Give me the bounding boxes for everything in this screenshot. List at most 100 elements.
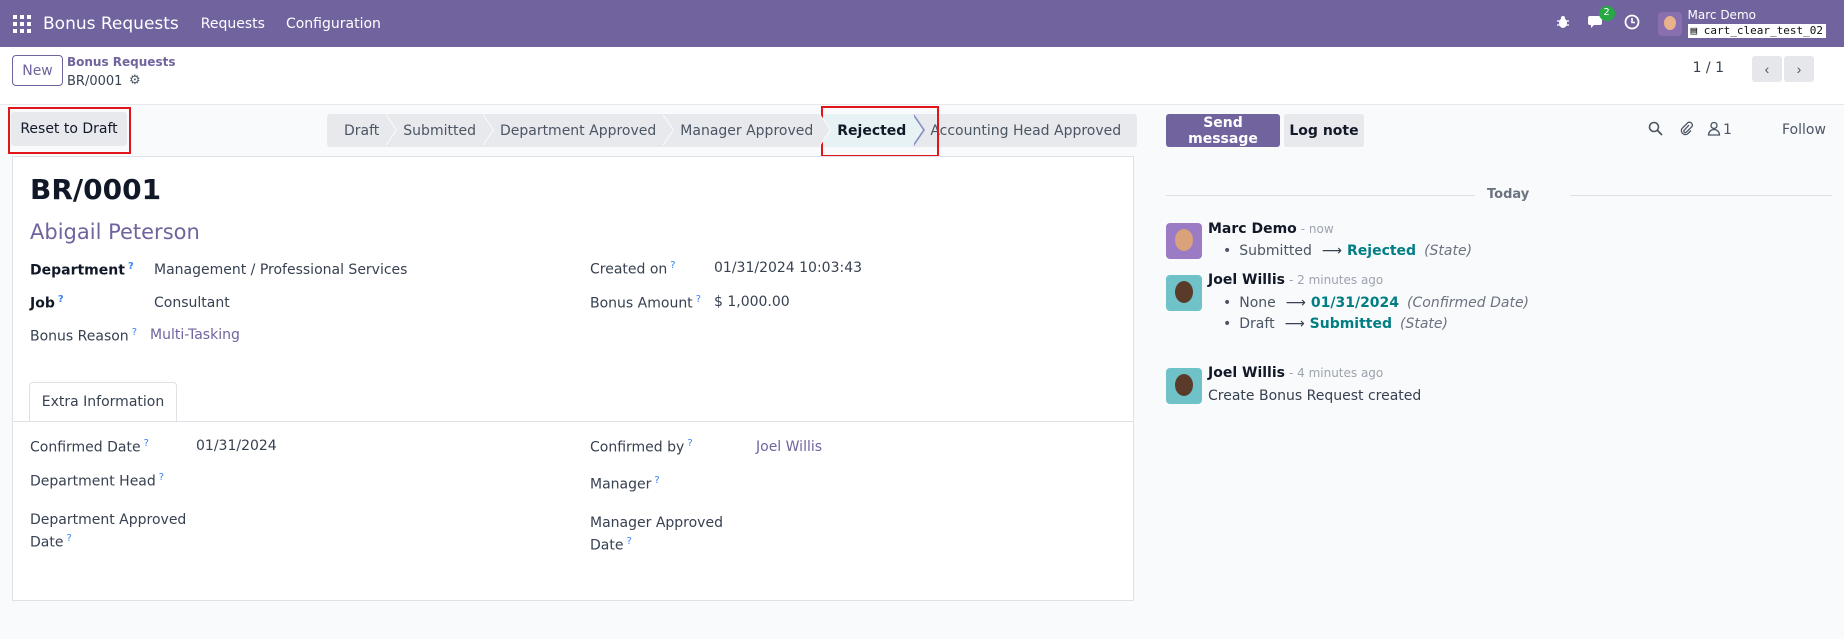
app-brand[interactable]: Bonus Requests (43, 14, 179, 34)
bug-icon[interactable] (1556, 15, 1570, 33)
bullet-icon: • (1223, 316, 1232, 332)
pager-next-button[interactable]: › (1784, 56, 1814, 82)
send-message-button[interactable]: Send message (1166, 114, 1280, 147)
tab-extra-information[interactable]: Extra Information (29, 382, 177, 422)
message-author-name[interactable]: Joel Willis (1208, 365, 1285, 381)
message-author-name[interactable]: Joel Willis (1208, 272, 1285, 288)
breadcrumb-parent[interactable]: Bonus Requests (67, 55, 175, 69)
confirmed-date-label: Confirmed Date? (30, 438, 149, 456)
activity-clock-icon[interactable] (1624, 14, 1640, 34)
reset-to-draft-button[interactable]: Reset to Draft (11, 112, 127, 146)
tracking-field-name: (State) (1424, 243, 1473, 259)
manager-approved-date-label-cont: Date? (590, 536, 632, 554)
bonus-amount-label-text: Bonus Amount (590, 295, 693, 312)
user-name: Marc Demo (1687, 8, 1756, 22)
pager-previous-button[interactable]: ‹ (1752, 56, 1782, 82)
help-icon[interactable]: ? (670, 260, 675, 271)
database-name-text: cart_clear_test_02 (1703, 24, 1823, 37)
log-note-button[interactable]: Log note (1284, 114, 1364, 147)
user-menu[interactable]: Marc Demo ▤ cart_clear_test_02 (1687, 8, 1826, 38)
avatar[interactable] (1166, 368, 1202, 404)
paperclip-icon[interactable] (1679, 121, 1694, 140)
message-author-name[interactable]: Marc Demo (1208, 221, 1297, 237)
tracking-new-value: 01/31/2024 (1310, 295, 1400, 311)
stage-draft[interactable]: Draft (327, 114, 398, 147)
chatter: Send message Log note 1 Follow Today Mar… (1152, 105, 1844, 639)
bonus-reason-value[interactable]: Multi-Tasking (150, 327, 240, 343)
stage-pipeline: Draft Submitted Department Approved Mana… (327, 114, 1138, 147)
menu-configuration[interactable]: Configuration (286, 16, 381, 32)
followers-icon[interactable] (1707, 121, 1721, 140)
form-sheet: BR/0001 Abigail Peterson Department? Man… (12, 156, 1134, 601)
bullet-icon: • (1223, 243, 1232, 259)
message-author[interactable]: Joel Willis - 2 minutes ago (1208, 272, 1383, 288)
messages-badge: 2 (1598, 6, 1615, 21)
record-title: BR/0001 (30, 173, 162, 206)
stage-submitted[interactable]: Submitted (385, 114, 494, 147)
user-avatar[interactable] (1657, 11, 1682, 36)
employee-name[interactable]: Abigail Peterson (30, 220, 200, 244)
stage-manager-approved[interactable]: Manager Approved (662, 114, 832, 147)
tracking-value-line: • Submitted ⟶ Rejected (State) (1223, 243, 1472, 259)
gear-icon[interactable]: ⚙ (129, 73, 141, 88)
tracking-new-value: Submitted (1309, 316, 1392, 332)
apps-grid-icon[interactable] (13, 14, 31, 33)
confirmed-date-value[interactable]: 01/31/2024 (196, 438, 277, 454)
stage-department-approved[interactable]: Department Approved (481, 114, 675, 147)
job-label: Job? (30, 294, 64, 312)
help-icon[interactable]: ? (687, 438, 692, 449)
help-icon[interactable]: ? (128, 261, 134, 272)
help-icon[interactable]: ? (132, 327, 137, 338)
department-value[interactable]: Management / Professional Services (154, 262, 407, 278)
department-label: Department? (30, 261, 134, 279)
manager-approved-date-label-line2: Date (590, 537, 624, 554)
help-icon[interactable]: ? (626, 536, 631, 547)
today-divider-left (1166, 195, 1476, 196)
messages-icon[interactable]: 2 (1587, 6, 1615, 33)
confirmed-date-label-text: Confirmed Date (30, 439, 141, 456)
follower-count[interactable]: 1 (1723, 122, 1732, 138)
arrow-right-icon: ⟶ (1284, 316, 1305, 332)
department-approved-date-label-line1: Department Approved (30, 512, 187, 528)
stage-accounting-head-approved[interactable]: Accounting Head Approved (912, 114, 1138, 147)
tracking-value-line: • None ⟶ 01/31/2024 (Confirmed Date) (1223, 295, 1529, 311)
manager-label-text: Manager (590, 476, 652, 493)
department-approved-date-label-cont: Date? (30, 533, 72, 551)
new-button[interactable]: New (12, 55, 63, 86)
bullet-icon: • (1223, 295, 1232, 311)
breadcrumb-current: BR/0001 (67, 74, 123, 89)
message-author[interactable]: Joel Willis - 4 minutes ago (1208, 365, 1383, 381)
help-icon[interactable]: ? (159, 472, 164, 483)
pager-value[interactable]: 1 / 1 (1693, 60, 1724, 76)
tracking-field-name: (Confirmed Date) (1407, 295, 1530, 311)
search-icon[interactable] (1648, 121, 1663, 140)
job-value[interactable]: Consultant (154, 295, 230, 311)
bonus-amount-value[interactable]: $ 1,000.00 (714, 294, 790, 310)
stage-rejected[interactable]: Rejected (819, 114, 926, 147)
avatar[interactable] (1166, 223, 1202, 259)
help-icon[interactable]: ? (144, 438, 149, 449)
job-label-text: Job (30, 295, 55, 312)
department-approved-date-label: Department Approved (30, 512, 186, 528)
help-icon[interactable]: ? (58, 294, 64, 305)
created-on-label-text: Created on (590, 261, 668, 278)
menu-requests[interactable]: Requests (201, 16, 265, 32)
follow-button[interactable]: Follow (1782, 122, 1826, 138)
confirmed-by-value[interactable]: Joel Willis (756, 439, 822, 455)
bonus-amount-label: Bonus Amount? (590, 294, 701, 312)
control-panel: New Bonus Requests BR/0001 ⚙ 1 / 1 ‹ › (0, 47, 1844, 105)
help-icon[interactable]: ? (66, 533, 71, 544)
bonus-reason-label: Bonus Reason? (30, 327, 137, 345)
message-author[interactable]: Marc Demo - now (1208, 221, 1334, 237)
today-separator: Today (1475, 187, 1542, 202)
bonus-reason-label-text: Bonus Reason (30, 328, 129, 345)
confirmed-by-label: Confirmed by? (590, 438, 693, 456)
created-on-value: 01/31/2024 10:03:43 (714, 260, 863, 276)
avatar[interactable] (1166, 275, 1202, 311)
tracking-value-line: • Draft ⟶ Submitted (State) (1223, 316, 1448, 332)
help-icon[interactable]: ? (654, 475, 659, 486)
tracking-new-value: Rejected (1347, 243, 1417, 259)
chevron-left-icon: ‹ (1764, 61, 1770, 77)
help-icon[interactable]: ? (696, 294, 701, 305)
message-time: - now (1300, 222, 1334, 236)
